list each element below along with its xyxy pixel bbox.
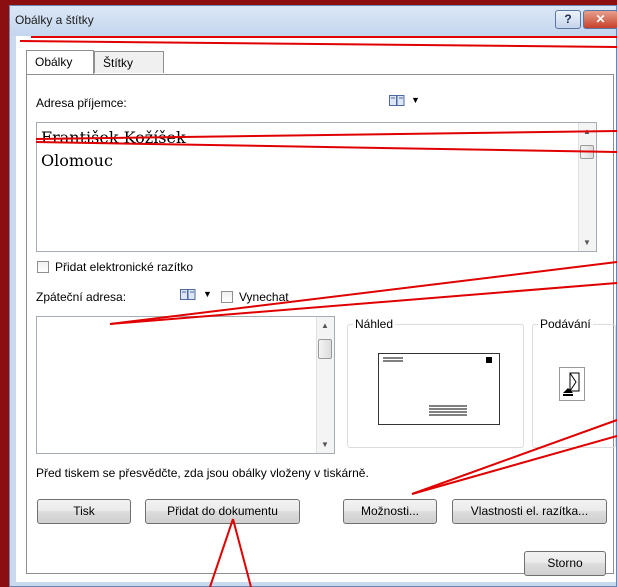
help-button[interactable]: ?: [555, 10, 581, 29]
recipient-label: Adresa příjemce:: [36, 96, 127, 110]
printer-notice: Před tiskem se přesvědčte, zda jsou obál…: [36, 466, 369, 480]
envelope-preview[interactable]: [378, 353, 500, 425]
feed-label: Podávání: [538, 317, 593, 331]
tab-labels-label: Štítky: [103, 56, 134, 70]
scroll-up-icon[interactable]: ▲: [583, 127, 591, 136]
scroll-down-icon[interactable]: ▼: [583, 238, 591, 247]
tab-labels[interactable]: Štítky: [94, 51, 164, 73]
return-address-label: Zpáteční adresa:: [36, 290, 127, 304]
title-bar: Obálky a štítky ? ✕: [10, 6, 617, 36]
scroll-up-icon[interactable]: ▲: [321, 321, 329, 330]
omit-checkbox[interactable]: [221, 291, 233, 303]
options-button[interactable]: Možnosti...: [343, 499, 437, 524]
recipient-address-field[interactable]: František Kožíšek Olomouc ▲ ▼: [36, 122, 597, 252]
add-to-document-button[interactable]: Přidat do dokumentu: [145, 499, 300, 524]
window-title: Obálky a štítky: [15, 13, 94, 27]
screenshot-frame: Obálky a štítky ? ✕ Obálky Štítky Adresa…: [0, 0, 617, 587]
address-book-icon[interactable]: [389, 94, 405, 110]
scroll-down-icon[interactable]: ▼: [321, 440, 329, 449]
tab-envelopes[interactable]: Obálky: [26, 50, 94, 74]
cancel-button[interactable]: Storno: [524, 551, 606, 576]
postage-properties-button[interactable]: Vlastnosti el. razítka...: [452, 499, 607, 524]
electronic-postage-checkbox[interactable]: [37, 261, 49, 273]
return-address-book-icon[interactable]: [180, 288, 196, 304]
dialog-window: Obálky a štítky ? ✕ Obálky Štítky Adresa…: [9, 5, 617, 587]
recipient-scrollbar[interactable]: ▲ ▼: [578, 123, 596, 251]
tab-envelopes-label: Obálky: [35, 55, 73, 69]
scroll-thumb[interactable]: [580, 145, 594, 159]
return-scrollbar[interactable]: ▲ ▼: [316, 317, 334, 453]
preview-group: Náhled: [347, 317, 524, 448]
return-address-dropdown-icon[interactable]: ▼: [203, 289, 212, 299]
preview-label: Náhled: [353, 317, 396, 331]
address-book-dropdown-icon[interactable]: ▼: [411, 95, 420, 105]
print-button[interactable]: Tisk: [37, 499, 131, 524]
recipient-address-text: František Kožíšek Olomouc: [41, 128, 186, 170]
close-button[interactable]: ✕: [583, 10, 617, 29]
dialog-client-area: Obálky Štítky Adresa příjemce: ▼ Františ…: [16, 36, 616, 582]
feed-group: Podávání: [532, 317, 616, 448]
scroll-thumb[interactable]: [318, 339, 332, 359]
omit-label: Vynechat: [239, 290, 289, 304]
return-address-field[interactable]: ▲ ▼: [36, 316, 335, 454]
electronic-postage-label: Přidat elektronické razítko: [55, 260, 194, 274]
feed-method-icon[interactable]: [559, 367, 585, 404]
